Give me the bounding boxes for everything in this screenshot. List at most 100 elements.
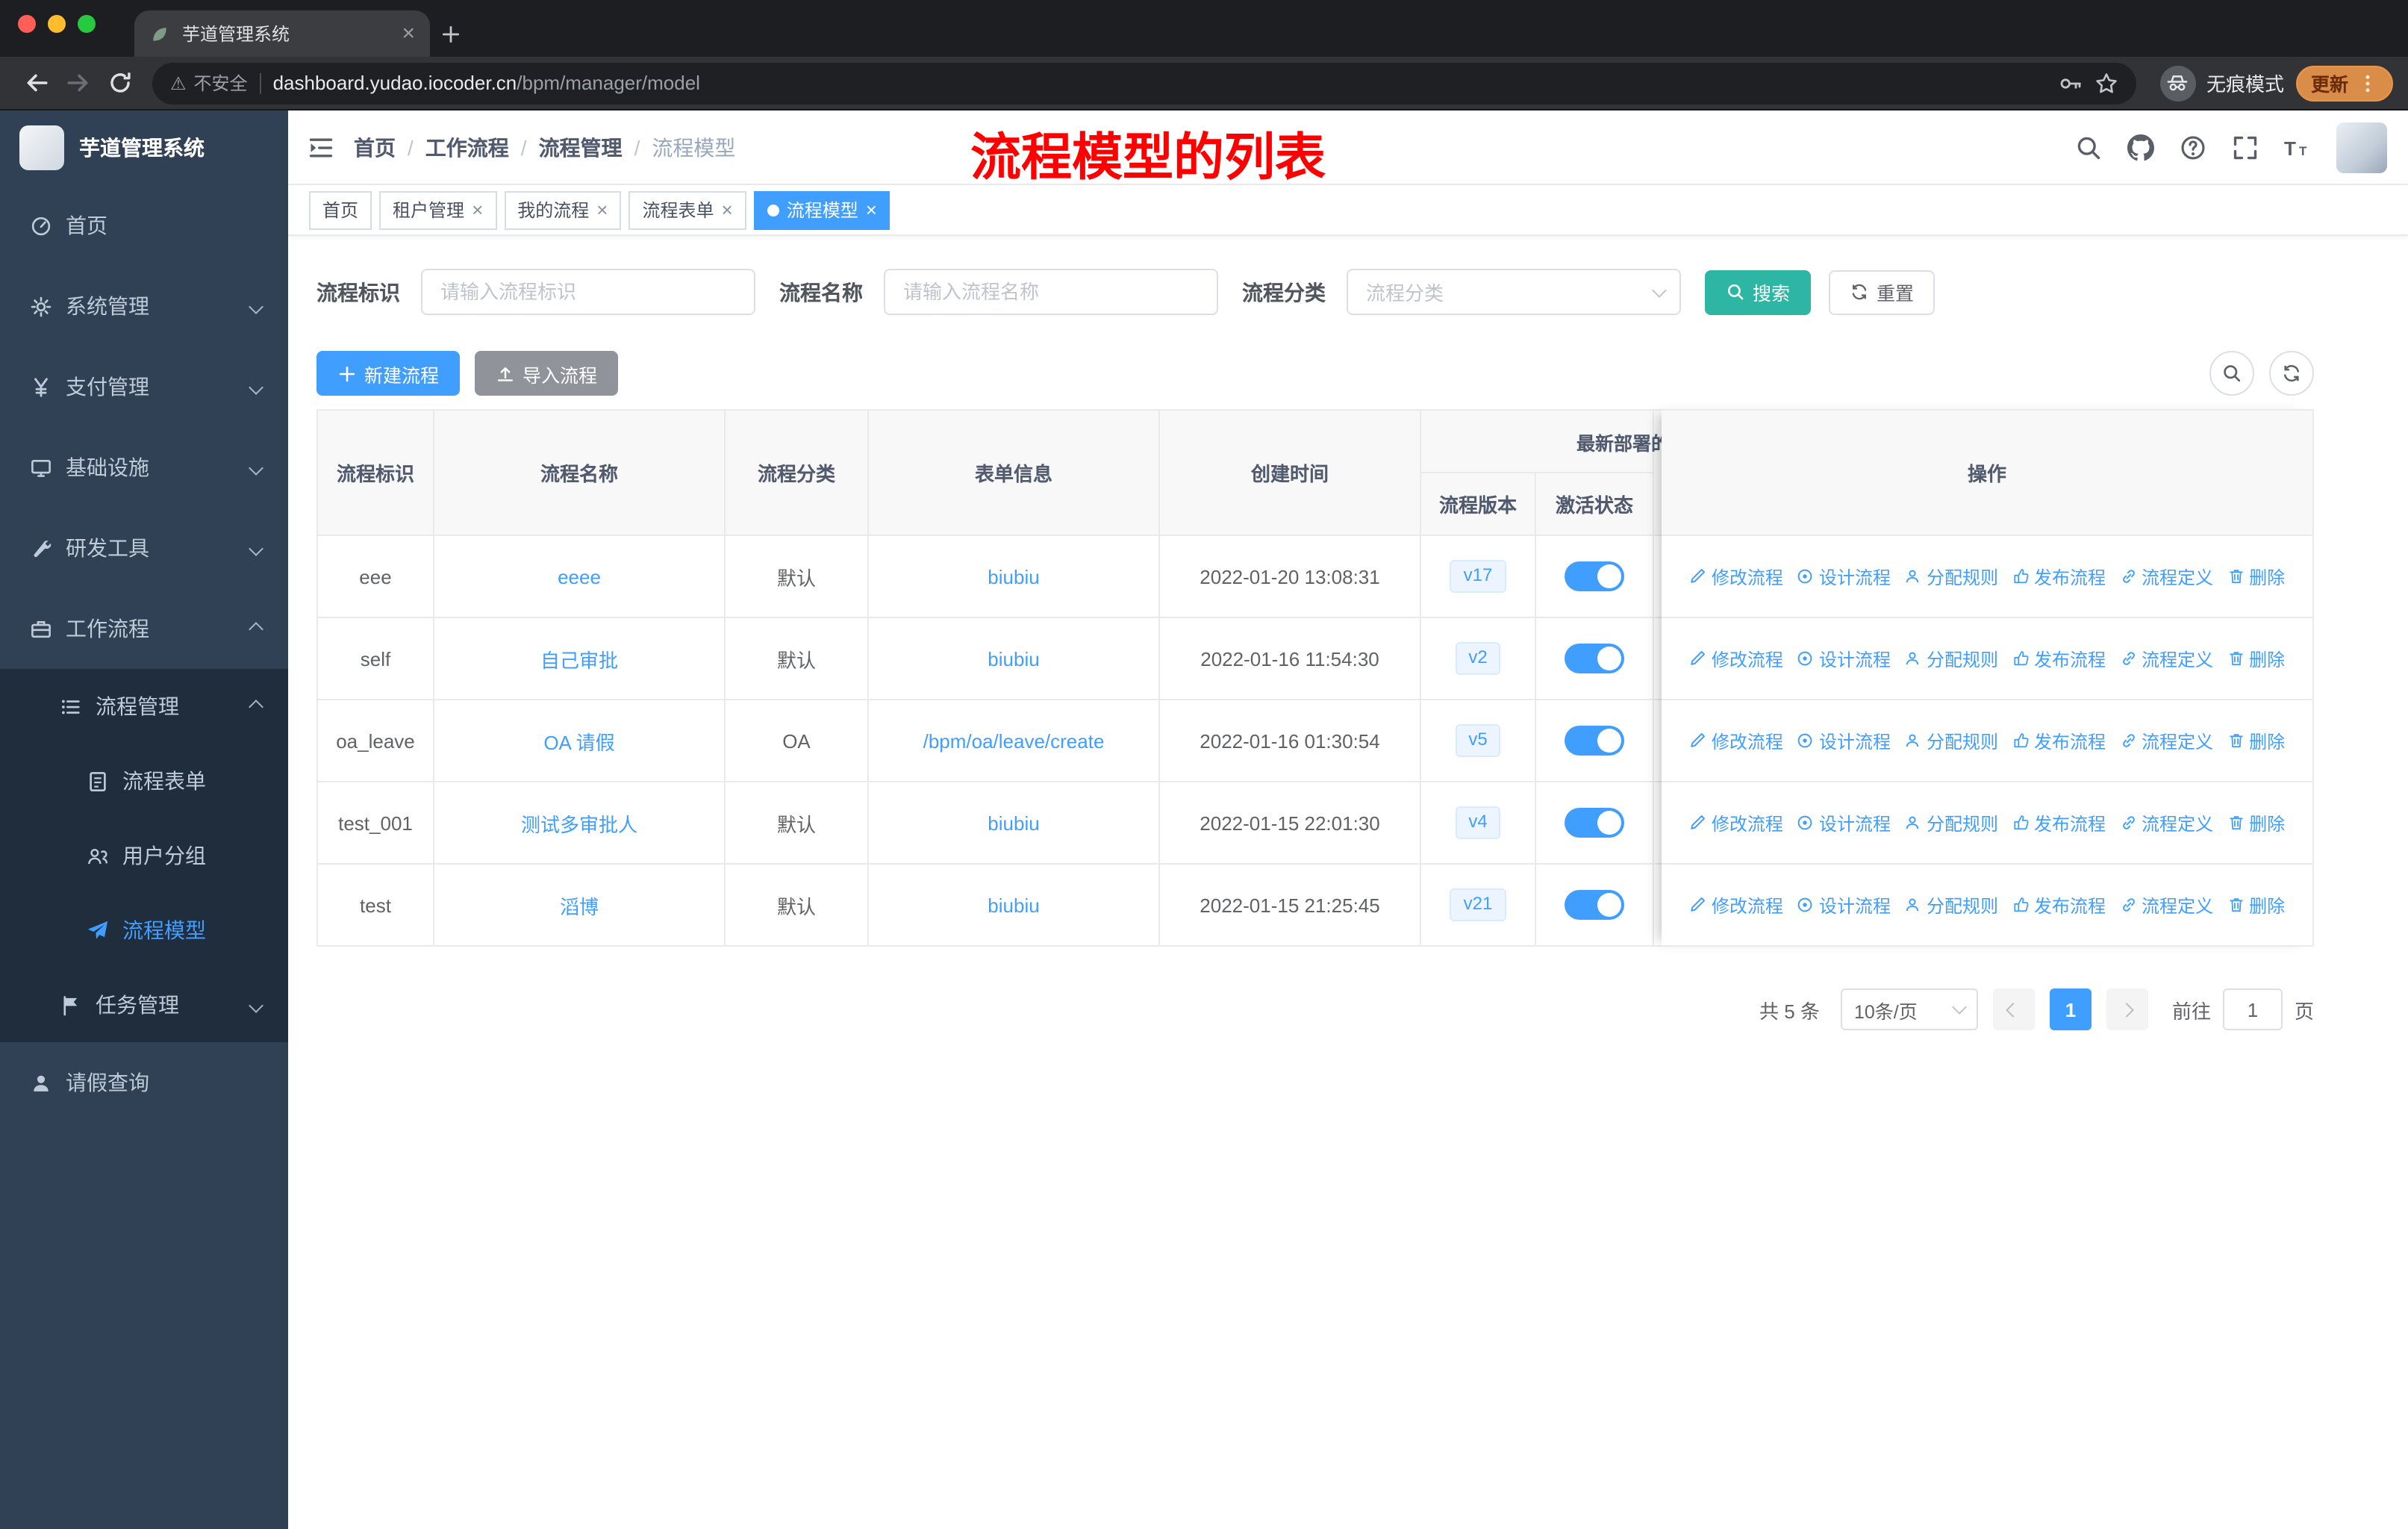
bookmark-star-icon[interactable] [2094,71,2118,95]
process-name-link[interactable]: 自己审批 [540,649,618,671]
form-info-link[interactable]: /bpm/oa/leave/create [923,729,1105,752]
minimize-window-button[interactable] [48,15,66,33]
back-button[interactable] [15,62,57,104]
app-logo[interactable]: 芋道管理系统 [0,110,288,185]
browser-tab[interactable]: 芋道管理系统 × [134,10,430,57]
form-info-link[interactable]: biubiu [988,894,1039,916]
row-action-definition[interactable]: 流程定义 [2119,728,2213,753]
sidebar-item-系统管理[interactable]: 系统管理 [0,266,288,346]
process-key-input[interactable] [421,269,755,315]
sidebar-collapse-icon[interactable] [288,110,354,184]
sidebar-item-研发工具[interactable]: 研发工具 [0,508,288,588]
reload-button[interactable] [99,62,140,104]
row-action-definition[interactable]: 流程定义 [2119,810,2213,835]
github-icon[interactable] [2127,134,2154,161]
breadcrumb-item-工作流程[interactable]: 工作流程 [425,132,509,162]
row-action-definition[interactable]: 流程定义 [2119,564,2213,589]
import-process-button[interactable]: 导入流程 [475,351,619,396]
process-name-link[interactable]: eeee [558,565,601,588]
sidebar-item-请假查询[interactable]: 请假查询 [0,1042,288,1123]
page-size-select[interactable]: 10条/页 [1840,988,1978,1030]
row-action-delete[interactable]: 删除 [2227,810,2285,835]
row-action-assign[interactable]: 分配规则 [1904,810,1998,835]
sidebar-item-基础设施[interactable]: 基础设施 [0,427,288,508]
active-toggle[interactable] [1565,890,1624,920]
form-info-link[interactable]: biubiu [988,812,1039,834]
row-action-design[interactable]: 设计流程 [1797,564,1891,589]
row-action-publish[interactable]: 发布流程 [2012,646,2106,671]
process-name-link[interactable]: OA 请假 [543,731,614,753]
row-action-edit[interactable]: 修改流程 [1689,646,1783,671]
row-action-design[interactable]: 设计流程 [1797,810,1891,835]
prev-page-button[interactable] [1992,988,2035,1030]
row-action-edit[interactable]: 修改流程 [1689,810,1783,835]
font-size-icon[interactable]: TT [2284,134,2311,161]
toggle-search-button[interactable] [2209,351,2254,396]
row-action-publish[interactable]: 发布流程 [2012,892,2106,918]
tag-首页[interactable]: 首页 [309,190,372,229]
form-info-link[interactable]: biubiu [988,565,1039,588]
close-window-button[interactable] [18,15,36,33]
search-button[interactable]: 搜索 [1705,270,1812,314]
tag-流程表单[interactable]: 流程表单 × [628,190,746,229]
tag-租户管理[interactable]: 租户管理 × [379,190,497,229]
tag-流程模型[interactable]: 流程模型 × [753,190,890,229]
active-toggle[interactable] [1565,726,1624,756]
update-button[interactable]: 更新 [2295,65,2393,101]
address-bar[interactable]: ⚠ 不安全 dashboard.yudao.iocoder.cn/bpm/mana… [152,62,2136,104]
tag-close-icon[interactable]: × [866,200,877,219]
row-action-edit[interactable]: 修改流程 [1689,892,1783,918]
help-icon[interactable] [2180,134,2206,161]
breadcrumb-item-流程管理[interactable]: 流程管理 [539,132,623,162]
row-action-assign[interactable]: 分配规则 [1904,646,1998,671]
new-tab-button[interactable] [430,10,472,57]
sidebar-item-流程模型[interactable]: 流程模型 [0,893,288,968]
active-toggle[interactable] [1565,561,1624,591]
row-action-delete[interactable]: 删除 [2227,564,2285,589]
tag-close-icon[interactable]: × [472,200,483,219]
tag-我的流程[interactable]: 我的流程 × [504,190,622,229]
sidebar-item-任务管理[interactable]: 任务管理 [0,968,288,1042]
row-action-design[interactable]: 设计流程 [1797,646,1891,671]
active-toggle[interactable] [1565,808,1624,838]
row-action-design[interactable]: 设计流程 [1797,892,1891,918]
next-page-button[interactable] [2106,988,2148,1030]
create-process-button[interactable]: 新建流程 [316,351,461,396]
row-action-assign[interactable]: 分配规则 [1904,892,1998,918]
process-name-input[interactable] [884,269,1218,315]
row-action-delete[interactable]: 删除 [2227,892,2285,918]
row-action-publish[interactable]: 发布流程 [2012,564,2106,589]
fullscreen-icon[interactable] [2232,134,2259,161]
forward-button[interactable] [57,62,99,104]
sidebar-item-用户分组[interactable]: 用户分组 [0,818,288,893]
row-action-edit[interactable]: 修改流程 [1689,728,1783,753]
row-action-publish[interactable]: 发布流程 [2012,728,2106,753]
password-key-icon[interactable] [2059,71,2083,95]
process-name-link[interactable]: 测试多审批人 [521,813,637,835]
row-action-assign[interactable]: 分配规则 [1904,728,1998,753]
sidebar-item-首页[interactable]: 首页 [0,185,288,266]
row-action-assign[interactable]: 分配规则 [1904,564,1998,589]
goto-page-input[interactable] [2222,988,2283,1030]
sidebar-item-工作流程[interactable]: 工作流程 [0,588,288,669]
row-action-delete[interactable]: 删除 [2227,728,2285,753]
browser-menu-icon[interactable] [2357,72,2378,93]
row-action-delete[interactable]: 删除 [2227,646,2285,671]
row-action-publish[interactable]: 发布流程 [2012,810,2106,835]
refresh-table-button[interactable] [2269,351,2314,396]
sidebar-item-流程表单[interactable]: 流程表单 [0,744,288,818]
search-icon[interactable] [2075,134,2102,161]
active-toggle[interactable] [1565,644,1624,673]
row-action-design[interactable]: 设计流程 [1797,728,1891,753]
process-name-link[interactable]: 滔博 [560,895,599,918]
row-action-edit[interactable]: 修改流程 [1689,564,1783,589]
sidebar-item-流程管理[interactable]: 流程管理 [0,669,288,744]
category-select[interactable]: 流程分类 [1347,269,1681,315]
tab-close-icon[interactable]: × [402,22,415,45]
page-number-1[interactable]: 1 [2049,988,2092,1030]
row-action-definition[interactable]: 流程定义 [2119,646,2213,671]
form-info-link[interactable]: biubiu [988,647,1039,670]
row-action-definition[interactable]: 流程定义 [2119,892,2213,918]
breadcrumb-item-首页[interactable]: 首页 [354,132,396,162]
tag-close-icon[interactable]: × [596,200,608,219]
